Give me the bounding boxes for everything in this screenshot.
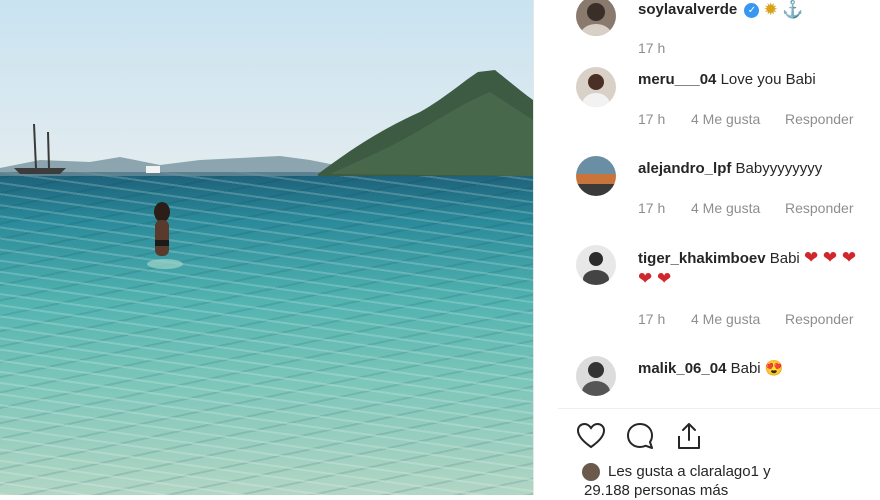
comment-time: 17 h [638, 111, 666, 127]
likes-summary-line2: 29.188 personas más [584, 482, 729, 499]
comment-meta: 17 h 4 Me gusta Responder [638, 200, 854, 216]
comment-username[interactable]: alejandro_lpf [638, 160, 731, 177]
author-time: 17 h [638, 40, 666, 56]
author-row: soylavalverde ✓ ✹ ⚓ [638, 0, 803, 20]
photo-scenery [0, 70, 533, 269]
comment-row: alejandro_lpf Babyyyyyyyy [638, 159, 822, 179]
anchor-icon: ⚓ [782, 0, 804, 20]
likes-summary-line1: Les gusta a claralago1 y [608, 463, 771, 480]
reply-button[interactable]: Responder [785, 311, 854, 327]
comment-likes[interactable]: 4 Me gusta [691, 111, 760, 127]
comment-meta: 17 h 4 Me gusta Responder [638, 311, 854, 327]
reply-button[interactable]: Responder [785, 200, 854, 216]
post-photo[interactable] [0, 0, 533, 495]
comments-panel: soylavalverde ✓ ✹ ⚓ 17 h meru___04 Love … [558, 0, 880, 499]
comment-icon[interactable] [625, 421, 655, 451]
comment-row: tiger_khakimboev Babi ❤ ❤ ❤ [638, 248, 856, 269]
panel-divider [533, 0, 558, 495]
share-icon[interactable] [674, 421, 704, 451]
comment-username[interactable]: malik_06_04 [638, 360, 726, 377]
reply-button[interactable]: Responder [785, 111, 854, 127]
comment-row: malik_06_04 Babi 😍 [638, 359, 783, 379]
comment-username[interactable]: meru___04 [638, 71, 716, 88]
author-meta: 17 h [638, 40, 665, 56]
comment-text: Babi [769, 250, 800, 267]
heart-eyes-emoji: 😍 [764, 360, 784, 377]
verified-badge-icon: ✓ [744, 2, 760, 18]
comment-text: Babyyyyyyyy [735, 160, 823, 177]
comment-avatar[interactable] [576, 67, 616, 107]
comment-text: Love you Babi [720, 71, 816, 88]
comment-username[interactable]: tiger_khakimboev [638, 250, 766, 267]
author-username[interactable]: soylavalverde [638, 1, 737, 18]
sun-icon: ✹ [763, 0, 778, 20]
comment-likes[interactable]: 4 Me gusta [691, 200, 760, 216]
likes-summary[interactable]: Les gusta a claralago1 y 29.188 personas… [584, 462, 771, 500]
comment-row: meru___04 Love you Babi [638, 70, 816, 90]
comment-avatar[interactable] [576, 245, 616, 285]
author-avatar[interactable] [576, 0, 616, 36]
comment-avatar[interactable] [576, 356, 616, 396]
comment-time: 17 h [638, 311, 666, 327]
comment-text: Babi [730, 360, 761, 377]
heart-emoji-line: ❤ ❤ [638, 269, 672, 288]
heart-icon[interactable] [576, 421, 606, 451]
comment-meta: 17 h 4 Me gusta Responder [638, 111, 854, 127]
comment-time: 17 h [638, 200, 666, 216]
heart-emoji: ❤ ❤ ❤ [803, 248, 857, 267]
comment-avatar[interactable] [576, 156, 616, 196]
comment-likes[interactable]: 4 Me gusta [691, 311, 760, 327]
